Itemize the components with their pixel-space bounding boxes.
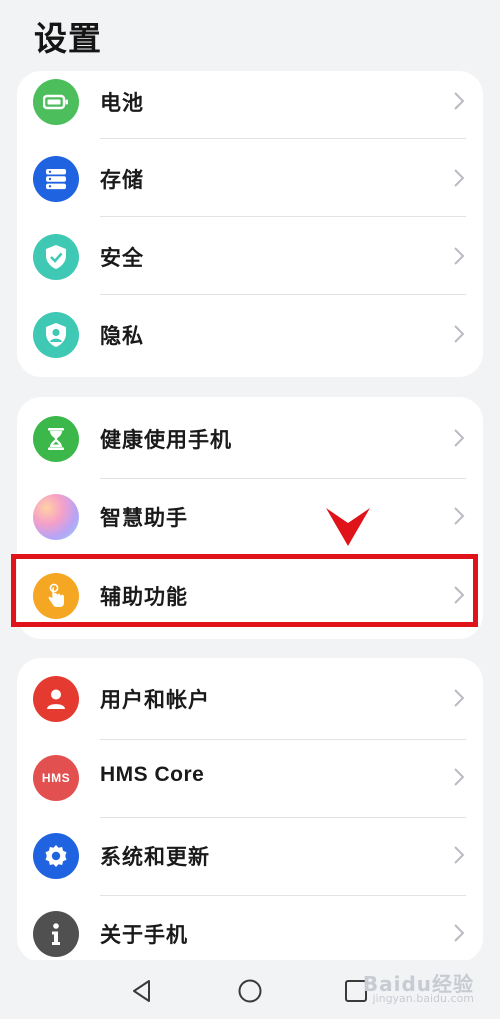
privacy-icon [33, 312, 79, 358]
page-title: 设置 [34, 19, 102, 58]
settings-item-users-accounts[interactable]: 用户和帐户 [17, 660, 483, 738]
settings-item-label: 健康使用手机 [100, 428, 232, 452]
chevron-right-icon [454, 429, 465, 447]
settings-item-label: 关于手机 [100, 923, 188, 947]
settings-item-label: 用户和帐户 [100, 688, 210, 712]
settings-item-system-update[interactable]: 系统和更新 [17, 817, 483, 895]
info-icon [33, 911, 79, 957]
divider [100, 294, 466, 295]
divider [100, 216, 466, 217]
settings-item-label: 电池 [100, 91, 144, 115]
settings-item-security[interactable]: 安全 [17, 218, 483, 296]
hms-icon: HMS [33, 755, 79, 801]
highlight-box [11, 554, 478, 627]
back-icon[interactable] [127, 976, 157, 1006]
home-icon[interactable] [235, 976, 265, 1006]
assistant-icon [33, 494, 79, 540]
settings-item-label: 存储 [100, 168, 144, 192]
settings-item-hms-core[interactable]: HMS HMS Core [17, 739, 483, 817]
settings-item-label: HMS Core [100, 763, 205, 786]
annotation-arrow-icon [326, 508, 370, 546]
settings-group-3: 用户和帐户 HMS HMS Core 系统和更新 关于手机 [17, 658, 483, 962]
settings-item-assistant[interactable]: 智慧助手 [17, 478, 483, 556]
settings-item-battery[interactable]: 电池 [17, 63, 483, 141]
settings-item-label: 隐私 [100, 324, 144, 348]
gear-icon [33, 833, 79, 879]
storage-icon [33, 156, 79, 202]
watermark-url: jingyan.baidu.com [372, 992, 474, 1005]
settings-item-label: 智慧助手 [100, 506, 188, 530]
settings-item-storage[interactable]: 存储 [17, 140, 483, 218]
chevron-right-icon [454, 768, 465, 786]
hms-icon-text: HMS [41, 771, 71, 785]
shield-icon [33, 234, 79, 280]
settings-item-label: 安全 [100, 246, 144, 270]
chevron-right-icon [454, 325, 465, 343]
settings-group-1: 电池 存储 安全 隐私 [17, 71, 483, 377]
settings-item-privacy[interactable]: 隐私 [17, 296, 483, 374]
chevron-right-icon [454, 846, 465, 864]
battery-icon [33, 79, 79, 125]
chevron-right-icon [454, 247, 465, 265]
chevron-right-icon [454, 689, 465, 707]
chevron-right-icon [454, 169, 465, 187]
chevron-right-icon [454, 92, 465, 110]
user-icon [33, 676, 79, 722]
hourglass-icon [33, 416, 79, 462]
settings-item-digital-balance[interactable]: 健康使用手机 [17, 400, 483, 478]
chevron-right-icon [454, 924, 465, 942]
chevron-right-icon [454, 507, 465, 525]
divider [100, 138, 466, 139]
settings-item-label: 系统和更新 [100, 845, 210, 869]
